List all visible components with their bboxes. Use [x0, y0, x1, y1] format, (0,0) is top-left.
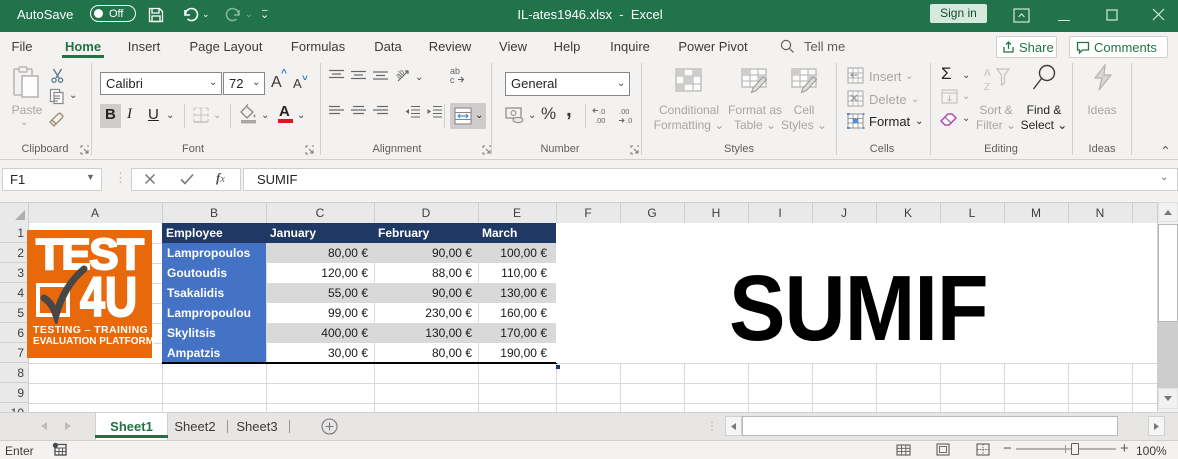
- svg-text:.0: .0: [626, 116, 632, 125]
- svg-text:Z: Z: [984, 82, 990, 92]
- svg-text:.00: .00: [619, 107, 629, 116]
- svg-text:A: A: [984, 68, 991, 79]
- svg-text:c: c: [450, 75, 455, 84]
- svg-text:.0: .0: [599, 107, 605, 116]
- svg-text:ab: ab: [396, 68, 407, 80]
- svg-text:.00: .00: [595, 116, 605, 125]
